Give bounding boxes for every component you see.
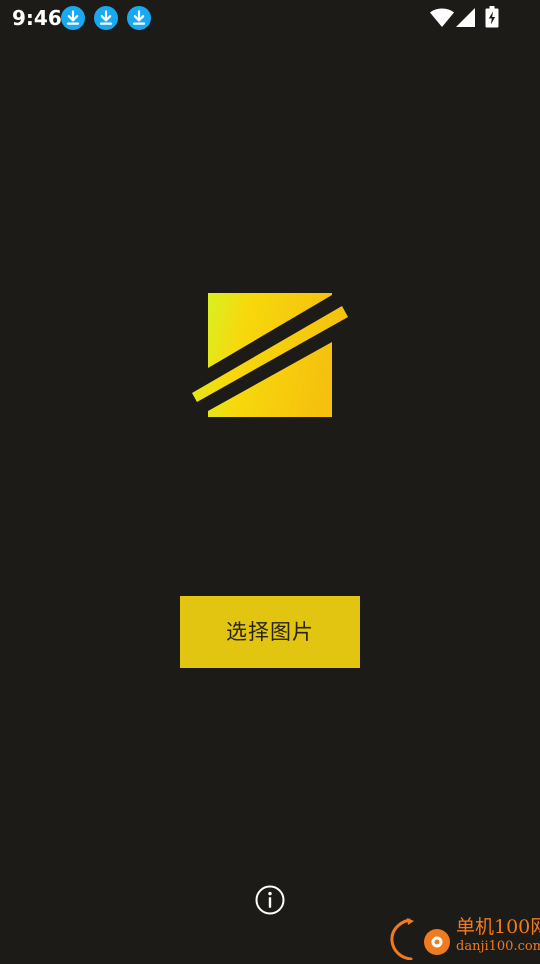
wifi-icon xyxy=(430,8,454,28)
download-icon xyxy=(127,6,151,30)
battery-charging-icon xyxy=(485,6,499,28)
watermark: 单机100网 danji100.com xyxy=(388,914,540,961)
app-logo-icon xyxy=(190,290,350,420)
pick-image-button[interactable]: 选择图片 xyxy=(180,596,360,668)
status-time: 9:46 xyxy=(12,6,62,30)
status-bar: 9:46 xyxy=(0,0,540,36)
cellular-signal-icon xyxy=(456,8,476,28)
watermark-title: 单机100网 xyxy=(456,916,540,938)
watermark-logo-icon xyxy=(388,916,454,961)
info-icon[interactable] xyxy=(255,885,285,915)
watermark-url: danji100.com xyxy=(456,939,540,954)
download-icon xyxy=(61,6,85,30)
download-icon xyxy=(94,6,118,30)
